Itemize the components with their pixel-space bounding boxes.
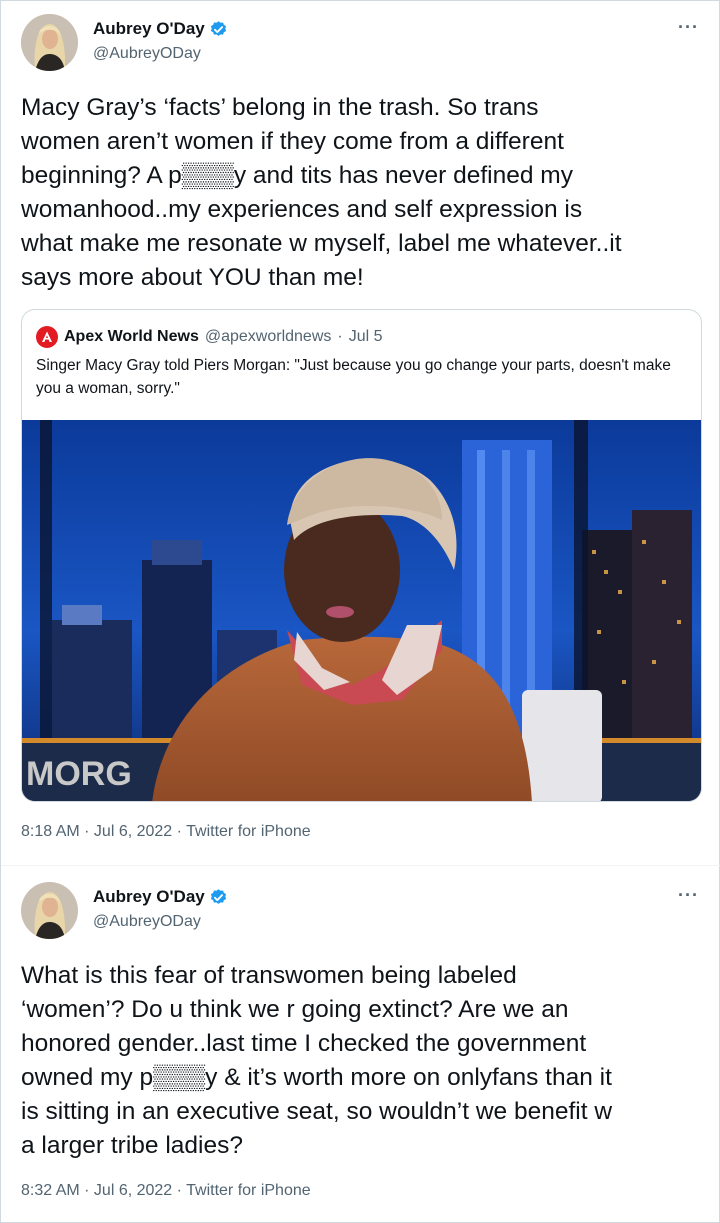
apex-news-logo-icon — [36, 326, 58, 348]
verified-badge-icon — [209, 888, 228, 907]
tweet-divider — [1, 865, 720, 866]
verified-badge-icon — [209, 20, 228, 39]
author-handle[interactable]: @AubreyODay — [93, 45, 201, 63]
author-display-name[interactable]: Aubrey O'Day — [93, 887, 205, 907]
more-options-icon[interactable]: ··· — [678, 885, 699, 906]
tweet-timestamp[interactable]: 8:32 AM · Jul 6, 2022 · Twitter for iPho… — [21, 1182, 311, 1200]
quoted-author-name[interactable]: Apex World News — [64, 328, 199, 346]
tweet[interactable]: Aubrey O'Day @AubreyODay ··· What is thi… — [1, 867, 720, 1223]
quoted-tweet-media[interactable]: MORG — [22, 420, 701, 801]
author-handle[interactable]: @AubreyODay — [93, 913, 201, 931]
author-name-row[interactable]: Aubrey O'Day — [93, 19, 228, 39]
tv-still-image: MORG — [22, 420, 701, 801]
author-display-name[interactable]: Aubrey O'Day — [93, 19, 205, 39]
screenshot-frame: Aubrey O'Day @AubreyODay ··· Macy Gray’s… — [0, 0, 720, 1223]
quoted-author-handle[interactable]: @apexworldnews — [205, 328, 332, 346]
quoted-tweet[interactable]: Apex World News @apexworldnews · Jul 5 S… — [21, 309, 702, 802]
avatar[interactable] — [21, 14, 78, 71]
media-overlay-text: MORG — [26, 755, 132, 793]
quoted-tweet-header: Apex World News @apexworldnews · Jul 5 — [36, 326, 383, 348]
quoted-date[interactable]: Jul 5 — [349, 328, 383, 346]
tweet[interactable]: Aubrey O'Day @AubreyODay ··· Macy Gray’s… — [1, 1, 720, 867]
tweet-text: Macy Gray’s ‘facts’ belong in the trash.… — [21, 94, 622, 291]
author-name-row[interactable]: Aubrey O'Day — [93, 887, 228, 907]
quoted-tweet-text: Singer Macy Gray told Piers Morgan: "Jus… — [36, 357, 671, 397]
avatar[interactable] — [21, 882, 78, 939]
tweet-text: What is this fear of transwomen being la… — [21, 962, 613, 1159]
quoted-separator: · — [337, 328, 343, 345]
tweet-timestamp[interactable]: 8:18 AM · Jul 6, 2022 · Twitter for iPho… — [21, 823, 311, 841]
more-options-icon[interactable]: ··· — [678, 17, 699, 38]
